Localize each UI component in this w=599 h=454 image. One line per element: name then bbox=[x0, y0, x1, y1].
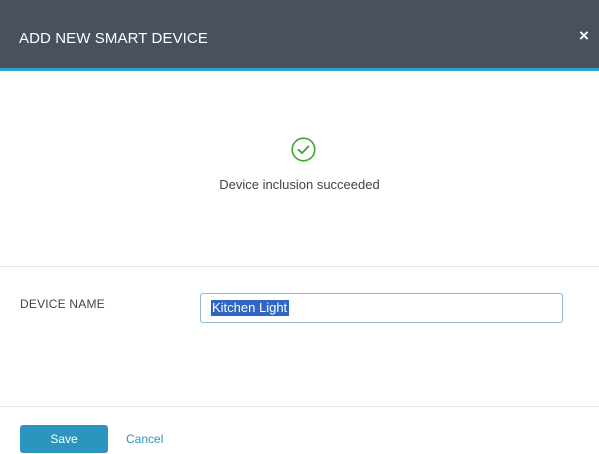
inclusion-status: Device inclusion succeeded bbox=[0, 71, 599, 267]
dialog-footer: Save Cancel bbox=[0, 407, 599, 454]
cancel-link[interactable]: Cancel bbox=[126, 432, 163, 446]
device-name-form: DEVICE NAME Kitchen Light bbox=[0, 267, 599, 407]
dialog-header: ADD NEW SMART DEVICE × bbox=[0, 0, 599, 71]
save-button[interactable]: Save bbox=[20, 425, 108, 453]
device-name-label: DEVICE NAME bbox=[20, 297, 105, 311]
device-name-input[interactable] bbox=[200, 293, 563, 323]
add-device-dialog: ADD NEW SMART DEVICE × Device inclusion … bbox=[0, 0, 599, 454]
close-icon[interactable]: × bbox=[576, 27, 592, 44]
dialog-title: ADD NEW SMART DEVICE bbox=[19, 30, 208, 47]
status-message: Device inclusion succeeded bbox=[219, 177, 380, 192]
check-circle-icon bbox=[291, 137, 316, 162]
